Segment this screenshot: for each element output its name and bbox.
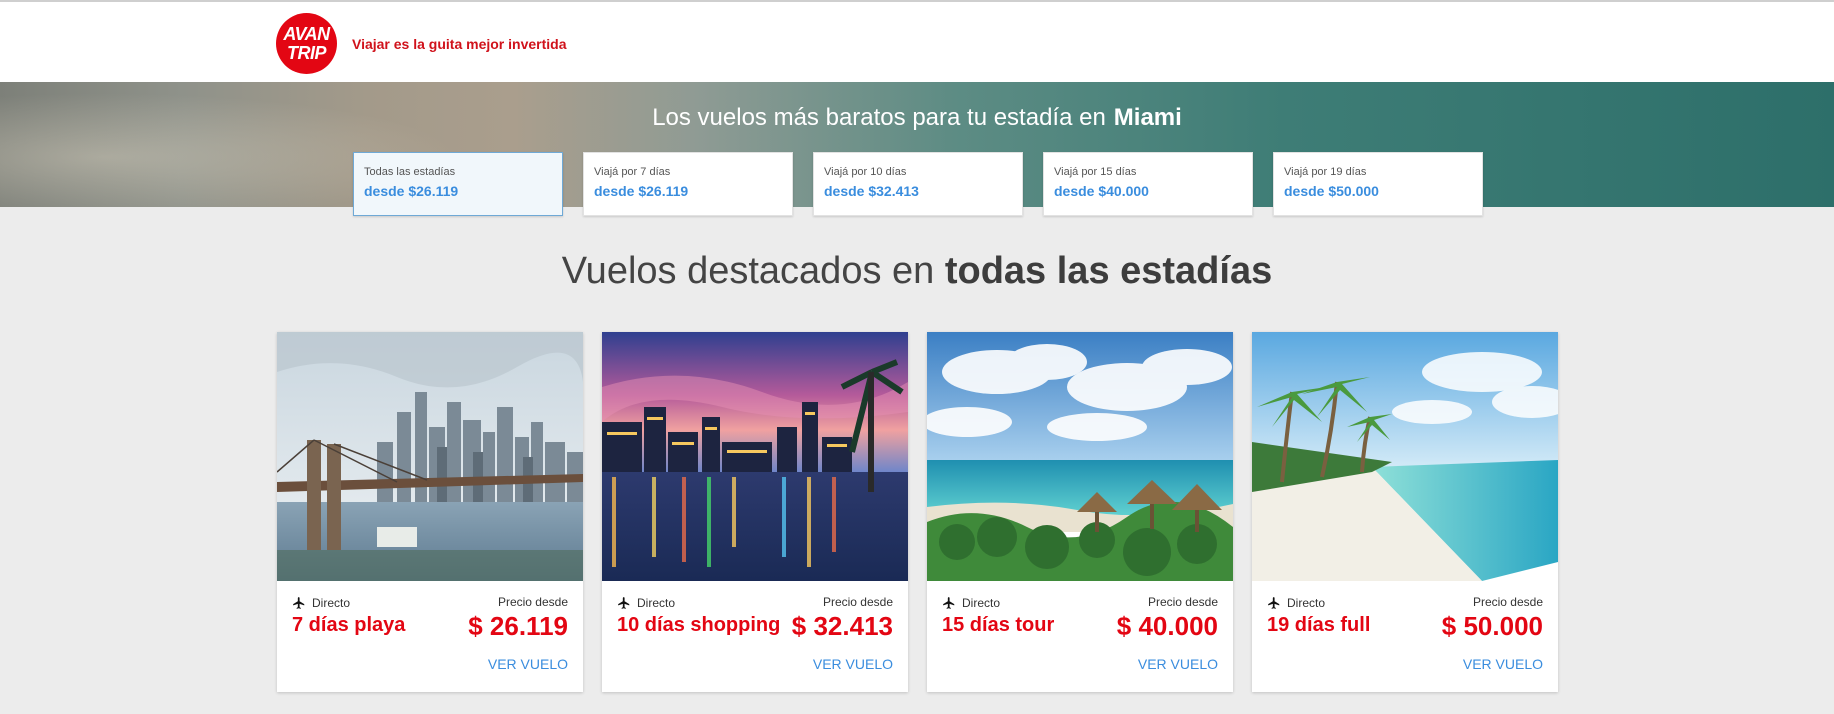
destination-image — [927, 332, 1233, 581]
destination-image — [602, 332, 908, 581]
section-title: Vuelos destacados en todas las estadías — [0, 250, 1834, 293]
tagline: Viajar es la guita mejor invertida — [352, 36, 567, 52]
direct-flight-tag: Directo — [942, 596, 1000, 610]
direct-flight-tag: Directo — [1267, 596, 1325, 610]
stay-label: Todas las estadías — [364, 166, 456, 178]
stay-filter-19[interactable]: Viajá por 19 días desde $50.000 — [1273, 152, 1483, 216]
flight-card[interactable]: Directo 19 días full Precio desde $ 50.0… — [1252, 332, 1558, 692]
stay-label: Viajá por 15 días — [1054, 166, 1137, 178]
stay-label: Viajá por 19 días — [1284, 166, 1367, 178]
view-flight-link[interactable]: VER VUELO — [813, 656, 893, 672]
direct-flight-tag: Directo — [617, 596, 675, 610]
hero-title-text: Los vuelos más baratos para tu estadía e… — [652, 104, 1106, 131]
package-price: $ 40.000 — [1116, 611, 1218, 641]
package-name: 19 días full — [1267, 614, 1371, 636]
section-title-text: Vuelos destacados en — [561, 250, 935, 292]
stay-price: desde $50.000 — [1284, 183, 1379, 199]
price-label: Precio desde — [1147, 595, 1218, 609]
stay-price: desde $26.119 — [594, 183, 689, 199]
package-price: $ 32.413 — [791, 611, 893, 641]
flight-card[interactable]: Directo 15 días tour Precio desde $ 40.0… — [927, 332, 1233, 692]
stay-filter-15[interactable]: Viajá por 15 días desde $40.000 — [1043, 152, 1253, 216]
view-flight-link[interactable]: VER VUELO — [1463, 656, 1543, 672]
stay-filter-7[interactable]: Viajá por 7 días desde $26.119 — [583, 152, 793, 216]
stay-price: desde $32.413 — [824, 183, 919, 199]
logo-text-line1: AVAN — [283, 24, 330, 44]
flight-card[interactable]: Directo 7 días playa Precio desde $ 26.1… — [277, 332, 583, 692]
flight-card[interactable]: Directo 10 días shopping Precio desde $ … — [602, 332, 908, 692]
price-label: Precio desde — [497, 595, 568, 609]
section-title-bold: todas las estadías — [944, 250, 1273, 292]
price-label: Precio desde — [822, 595, 893, 609]
package-price: $ 50.000 — [1441, 611, 1543, 641]
stay-label: Viajá por 10 días — [824, 166, 907, 178]
plane-icon — [618, 597, 630, 609]
hero-city: Miami — [1113, 104, 1182, 131]
site-header: AVAN TRIP Viajar es la guita mejor inver… — [0, 2, 1834, 82]
logo-text-line2: TRIP — [286, 43, 327, 63]
hero-title: Los vuelos más baratos para tu estadía e… — [0, 104, 1834, 132]
plane-icon — [1268, 597, 1280, 609]
stay-label: Viajá por 7 días — [594, 166, 671, 178]
direct-label: Directo — [637, 596, 676, 610]
package-name: 10 días shopping — [617, 614, 781, 636]
plane-icon — [293, 597, 305, 609]
view-flight-link[interactable]: VER VUELO — [488, 656, 568, 672]
direct-flight-tag: Directo — [292, 596, 350, 610]
stay-filter-10[interactable]: Viajá por 10 días desde $32.413 — [813, 152, 1023, 216]
destination-image — [1252, 332, 1558, 581]
direct-label: Directo — [1287, 596, 1326, 610]
package-name: 15 días tour — [942, 614, 1055, 636]
package-price: $ 26.119 — [468, 611, 568, 641]
view-flight-link[interactable]: VER VUELO — [1138, 656, 1218, 672]
direct-label: Directo — [312, 596, 351, 610]
avantrip-logo[interactable]: AVAN TRIP — [276, 13, 337, 74]
stay-price: desde $26.119 — [364, 183, 459, 199]
stay-price: desde $40.000 — [1054, 183, 1149, 199]
direct-label: Directo — [962, 596, 1001, 610]
destination-image — [277, 332, 583, 581]
stay-filter-all[interactable]: Todas las estadías desde $26.119 — [353, 152, 563, 216]
price-label: Precio desde — [1472, 595, 1543, 609]
package-name: 7 días playa — [292, 614, 406, 636]
plane-icon — [943, 597, 955, 609]
